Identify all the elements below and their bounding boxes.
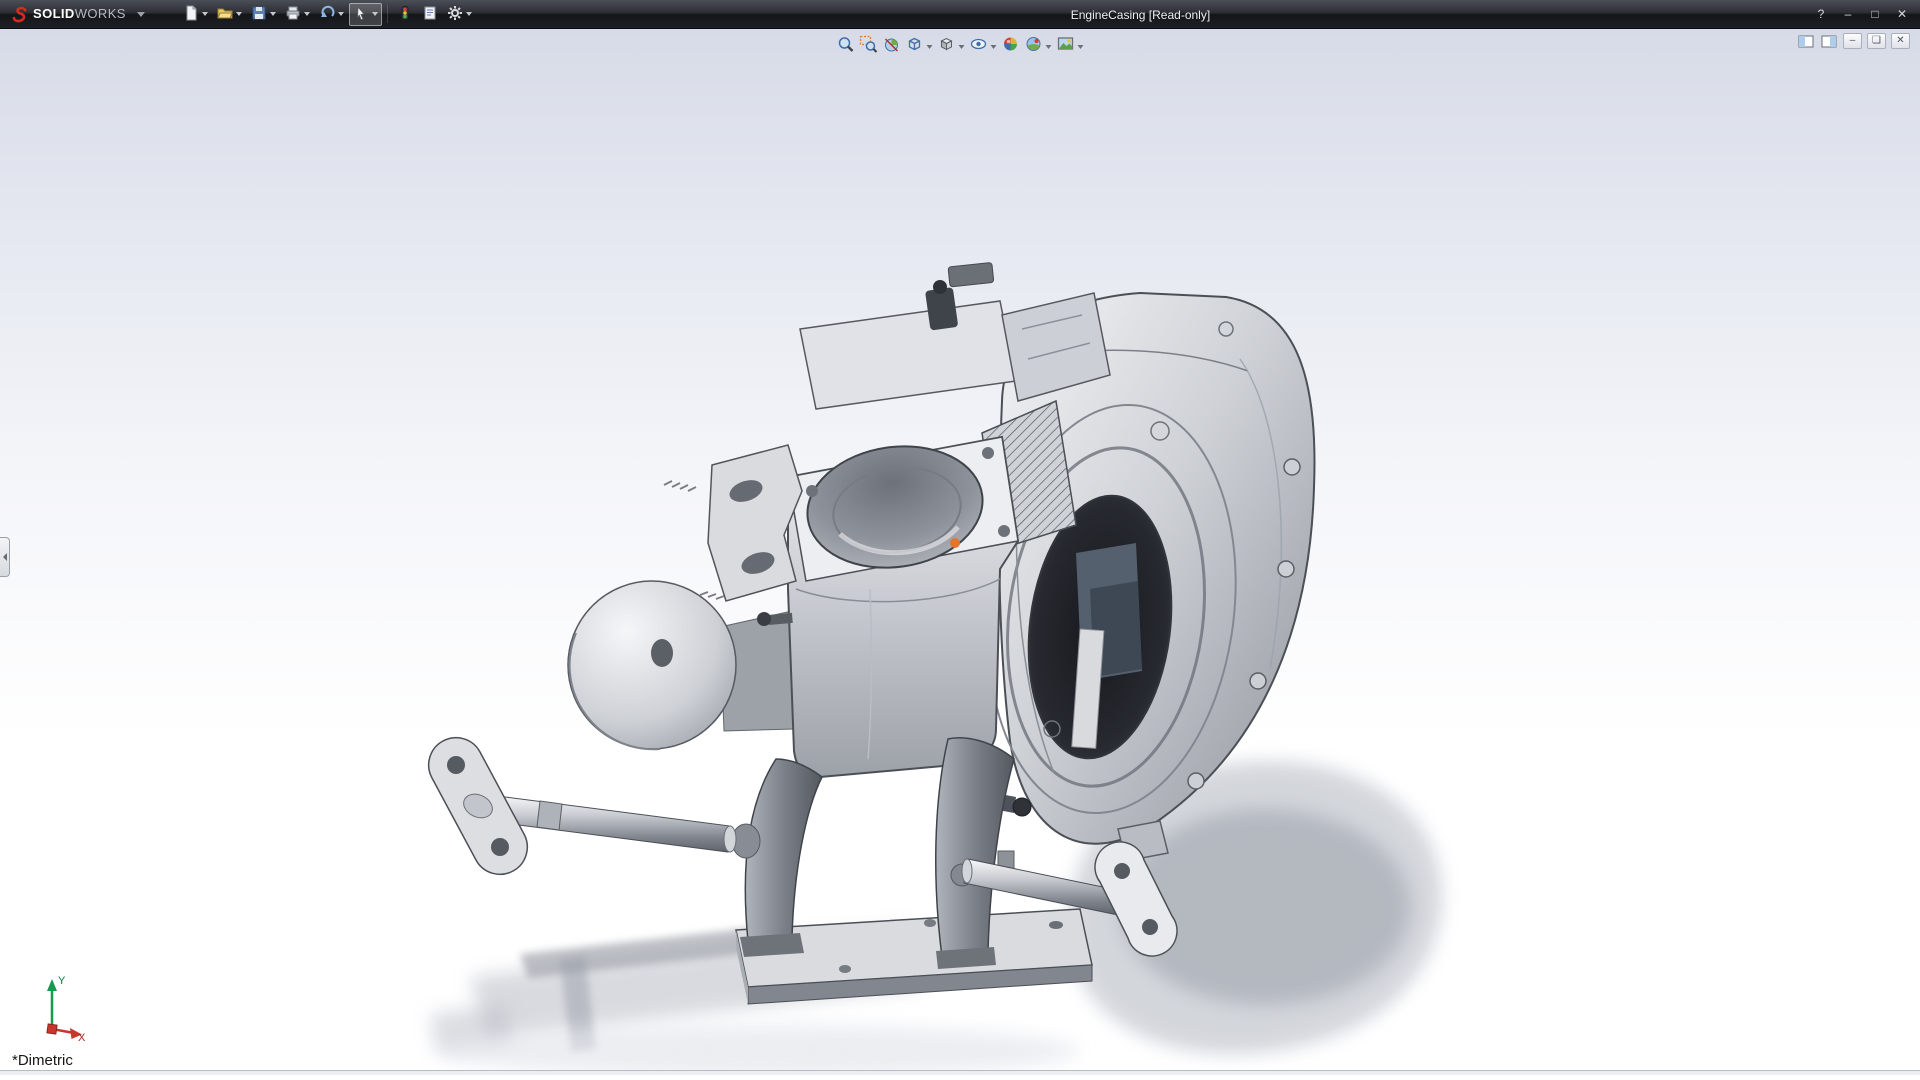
minimize-button[interactable]: – [1836, 5, 1860, 23]
print-dropdown-arrow-icon[interactable] [304, 12, 310, 16]
graphics-area[interactable]: – ❏ ✕ Y X *Dimetric [0, 29, 1920, 1075]
options-button[interactable] [443, 3, 476, 26]
side-mount-bracket[interactable] [664, 445, 802, 601]
engine-casing-3d-model[interactable] [0, 29, 1920, 1075]
document-restore-button[interactable]: ❏ [1867, 33, 1886, 49]
document-minimize-button[interactable]: – [1843, 33, 1862, 49]
x-axis-label: X [78, 1032, 86, 1043]
orange-marker-dot [950, 538, 960, 548]
document-title: EngineCasing [Read-only] [1071, 0, 1210, 29]
file-properties-icon [422, 5, 438, 24]
edit-appearance-sphere-icon [1002, 35, 1020, 58]
undo-dropdown-arrow-icon[interactable] [338, 12, 344, 16]
select-cursor-icon [353, 5, 369, 24]
flywheel-disc[interactable] [568, 581, 736, 749]
apply-scene-button[interactable] [1023, 34, 1054, 59]
solidworks-logo-icon [10, 5, 28, 23]
display-style-cube-icon [938, 35, 956, 58]
display-style-dropdown-arrow-icon[interactable] [959, 45, 965, 49]
task-pane-collapse-tab[interactable] [0, 537, 10, 577]
collapse-arrow-icon [3, 553, 7, 561]
help-button[interactable]: ? [1809, 5, 1833, 23]
zoom-to-area-button[interactable] [858, 34, 880, 59]
save-button[interactable] [247, 3, 280, 26]
view-settings-image-icon [1057, 35, 1075, 58]
window-bottom-edge [0, 1070, 1920, 1075]
toolbar-separator [387, 5, 388, 23]
apply-scene-icon [1025, 35, 1043, 58]
view-orientation-label: *Dimetric [12, 1052, 73, 1069]
zoom-to-fit-icon [837, 35, 855, 58]
maximize-button[interactable]: □ [1863, 5, 1887, 23]
hide-show-items-button[interactable] [968, 34, 999, 59]
quick-access-toolbar [179, 3, 476, 26]
solidworks-logo: SOLIDWORKS [10, 5, 145, 23]
view-settings-dropdown-arrow-icon[interactable] [1078, 45, 1084, 49]
hide-show-dropdown-arrow-icon[interactable] [991, 45, 997, 49]
section-view-icon [883, 35, 901, 58]
new-dropdown-arrow-icon[interactable] [202, 12, 208, 16]
app-menu-arrow-icon[interactable] [137, 12, 145, 17]
select-tool-button[interactable] [349, 3, 382, 26]
display-style-button[interactable] [936, 34, 967, 59]
close-button[interactable]: ✕ [1890, 5, 1914, 23]
reference-triad: Y X [18, 969, 90, 1043]
z-axis-square-icon [47, 1024, 57, 1034]
undo-icon [319, 5, 335, 24]
rebuild-traffic-light-icon [397, 5, 413, 24]
print-button[interactable] [281, 3, 314, 26]
options-gear-icon [447, 5, 463, 24]
brand-text-bold: SOLID [33, 6, 75, 21]
apply-scene-dropdown-arrow-icon[interactable] [1046, 45, 1052, 49]
edit-appearance-button[interactable] [1000, 34, 1022, 59]
undo-button[interactable] [315, 3, 348, 26]
heads-up-view-toolbar [829, 32, 1092, 61]
cylinder-head-assembly[interactable] [800, 262, 1110, 409]
file-properties-button[interactable] [418, 3, 442, 26]
section-view-button[interactable] [881, 34, 903, 59]
view-orientation-button[interactable] [904, 34, 935, 59]
brand-text-light: WORKS [75, 6, 126, 21]
select-dropdown-arrow-icon[interactable] [372, 12, 378, 16]
featuremanager-pane-left-icon[interactable] [1797, 33, 1815, 49]
print-icon [285, 5, 301, 24]
open-folder-icon [217, 5, 233, 24]
support-rod-long[interactable] [429, 738, 760, 875]
save-dropdown-arrow-icon[interactable] [270, 12, 276, 16]
titlebar: SOLIDWORKS [0, 0, 1920, 29]
options-dropdown-arrow-icon[interactable] [466, 12, 472, 16]
document-window-controls: – ❏ ✕ [1797, 33, 1910, 49]
new-document-button[interactable] [179, 3, 212, 26]
view-orientation-cube-icon [906, 35, 924, 58]
new-document-icon [183, 5, 199, 24]
open-button[interactable] [213, 3, 246, 26]
y-axis-label: Y [58, 975, 66, 987]
view-settings-button[interactable] [1055, 34, 1086, 59]
y-axis-arrow-icon [47, 979, 57, 991]
hide-show-eye-icon [970, 35, 988, 58]
document-close-button[interactable]: ✕ [1891, 33, 1910, 49]
open-dropdown-arrow-icon[interactable] [236, 12, 242, 16]
save-icon [251, 5, 267, 24]
window-controls: ? – □ ✕ [1809, 5, 1914, 23]
rebuild-button[interactable] [393, 3, 417, 26]
zoom-to-area-icon [860, 35, 878, 58]
featuremanager-pane-right-icon[interactable] [1820, 33, 1838, 49]
view-orientation-dropdown-arrow-icon[interactable] [927, 45, 933, 49]
zoom-to-fit-button[interactable] [835, 34, 857, 59]
